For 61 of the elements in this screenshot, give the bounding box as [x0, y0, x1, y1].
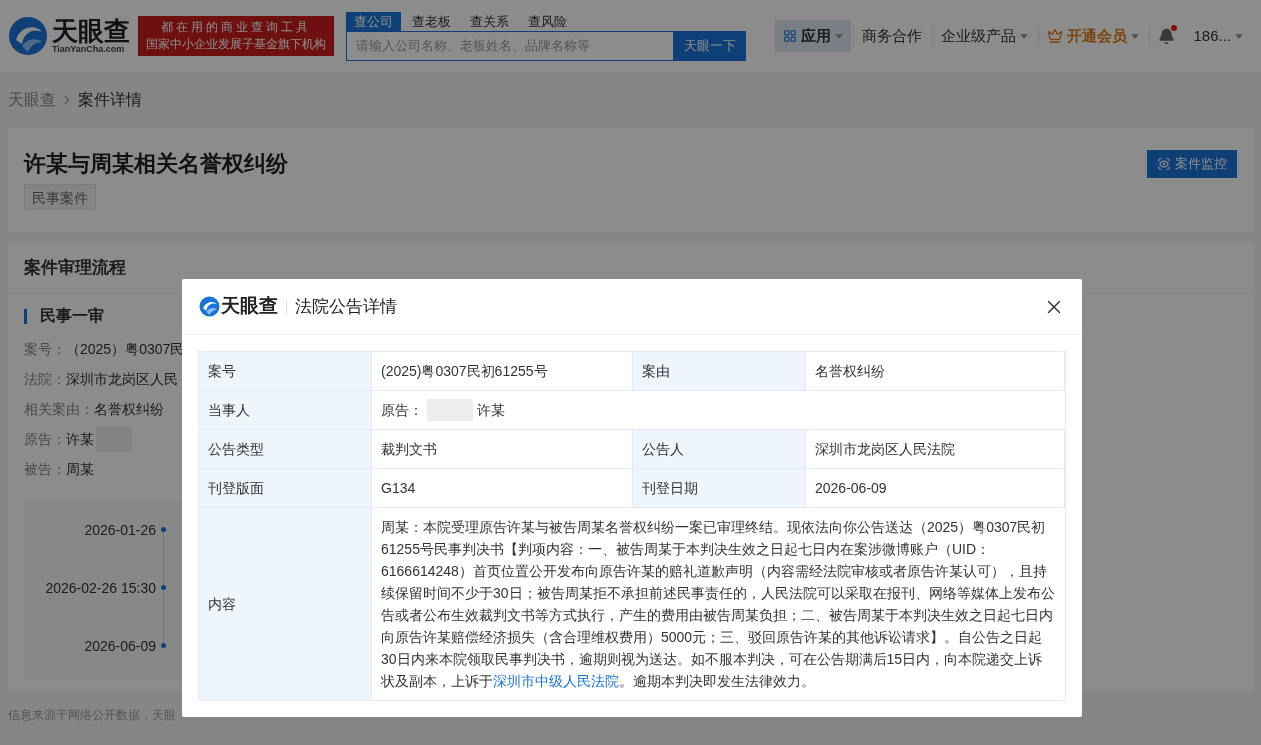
caret-icon — [1131, 33, 1140, 39]
dialog-title: 法院公告详情 — [295, 295, 397, 318]
row-label: 当事人 — [199, 391, 372, 429]
field-label: 相关案由： — [24, 399, 94, 419]
row-value: 深圳市龙岗区人民法院 — [806, 430, 1065, 468]
field-label: 案号： — [24, 339, 66, 359]
breadcrumb-item[interactable]: 天眼查 — [8, 88, 56, 112]
field-label: 原告： — [24, 429, 66, 449]
nav-link[interactable]: 商务合作 — [853, 24, 931, 48]
timeline-date: 2026-02-26 15:30 — [45, 580, 156, 596]
field-value: 周某 — [66, 459, 94, 479]
caret-icon — [1020, 33, 1029, 39]
search-tab[interactable]: 查公司 — [346, 11, 401, 31]
timeline-date: 2026-06-09 — [84, 638, 156, 654]
user-menu[interactable]: 186... — [1185, 24, 1251, 48]
field-label: 法院： — [24, 369, 66, 389]
row-label: 内容 — [199, 508, 372, 700]
field-value: 许某 — [66, 429, 94, 449]
row-label: 案由 — [633, 352, 806, 390]
logo-domain: TianYanCha.com — [52, 45, 126, 54]
party-role: 原告： — [381, 400, 423, 420]
row-label: 案号 — [199, 352, 372, 390]
court-link[interactable]: 深圳市中级人民法院 — [493, 673, 619, 689]
row-label: 公告人 — [633, 430, 806, 468]
dialog-logo-text: 天眼查 — [221, 294, 278, 319]
logo-icon — [199, 296, 220, 317]
slogan-text: 都在用的商业查询工具 — [161, 19, 311, 36]
field-value: （2025）粤0307民 — [66, 339, 185, 359]
slogan-text: 国家中小企业发展子基金旗下机构 — [146, 36, 326, 53]
section-heading: 案件审理流程 — [24, 256, 126, 279]
stage-title: 民事一审 — [40, 306, 104, 326]
logo-text: 天眼查 — [52, 18, 130, 44]
timeline-date: 2026-01-26 — [84, 522, 156, 538]
caret-icon — [1235, 33, 1243, 39]
grid-icon — [783, 29, 798, 43]
search-tab[interactable]: 查关系 — [462, 11, 517, 31]
breadcrumb-item: 案件详情 — [78, 90, 142, 110]
logo-icon — [8, 16, 48, 56]
stage-marker — [24, 308, 27, 324]
search-tab[interactable]: 查老板 — [404, 11, 459, 31]
apps-menu[interactable]: 应用 — [775, 20, 852, 52]
nav-link[interactable]: 企业级产品 — [932, 24, 1037, 48]
field-value: 名誉权纠纷 — [94, 399, 164, 419]
field-value: 深圳市龙岗区人民 — [66, 369, 178, 389]
monitor-button[interactable]: 案件监控 — [1147, 150, 1237, 178]
search-button[interactable]: 天眼一下 — [674, 30, 746, 61]
row-value: 名誉权纠纷 — [806, 352, 1065, 390]
party-name: 许某 — [477, 400, 505, 420]
eye-icon — [1157, 157, 1171, 171]
crown-icon — [1047, 28, 1064, 44]
row-value: 2026-06-09 — [806, 469, 1065, 507]
case-tag: 民事案件 — [24, 184, 96, 210]
notice-content: 周某：本院受理原告许某与被告周某名誉权纠纷一案已审理终结。现依法向你公告送达（2025）粤0307民初61255号民事判决书【判项内容：一、被告周某于本判决生效之日起七日内在案涉微博账户（UID：6166614248）首页位置公开发布向原告许某的赔礼道歉声明（内容需经法院审核或者原告许某认可），且持续保留时间不少于30日；被告周某拒不承担前述民事责任的，人民法院可以采取在报刊、网络等媒体上发布公告或者公布生效裁判文书等方式执行，产生的费用由被告周某负担；二、被告周某于本判决生效之日起七日内向原告许某赔偿经济损失（含合理维权费用）5000元；三、驳回原告许某的其他诉讼请求】。自公告之日起30日内来本院领取民事判决书，逾期则视为送达。如不服本判决，可在公告期满后15日内，向本院递交上诉状及副本，上诉于深圳市中级人民法院。逾期本判决即发生法律效力。 — [381, 518, 1056, 691]
row-label: 公告类型 — [199, 430, 372, 468]
search-tab[interactable]: 查风险 — [520, 11, 575, 31]
row-label: 刊登日期 — [633, 469, 806, 507]
bell-icon — [1158, 27, 1176, 45]
row-label: 刊登版面 — [199, 469, 372, 507]
case-title: 许某与周某相关名誉权纠纷 — [24, 150, 288, 178]
field-label: 被告： — [24, 459, 66, 479]
caret-icon — [835, 33, 844, 39]
